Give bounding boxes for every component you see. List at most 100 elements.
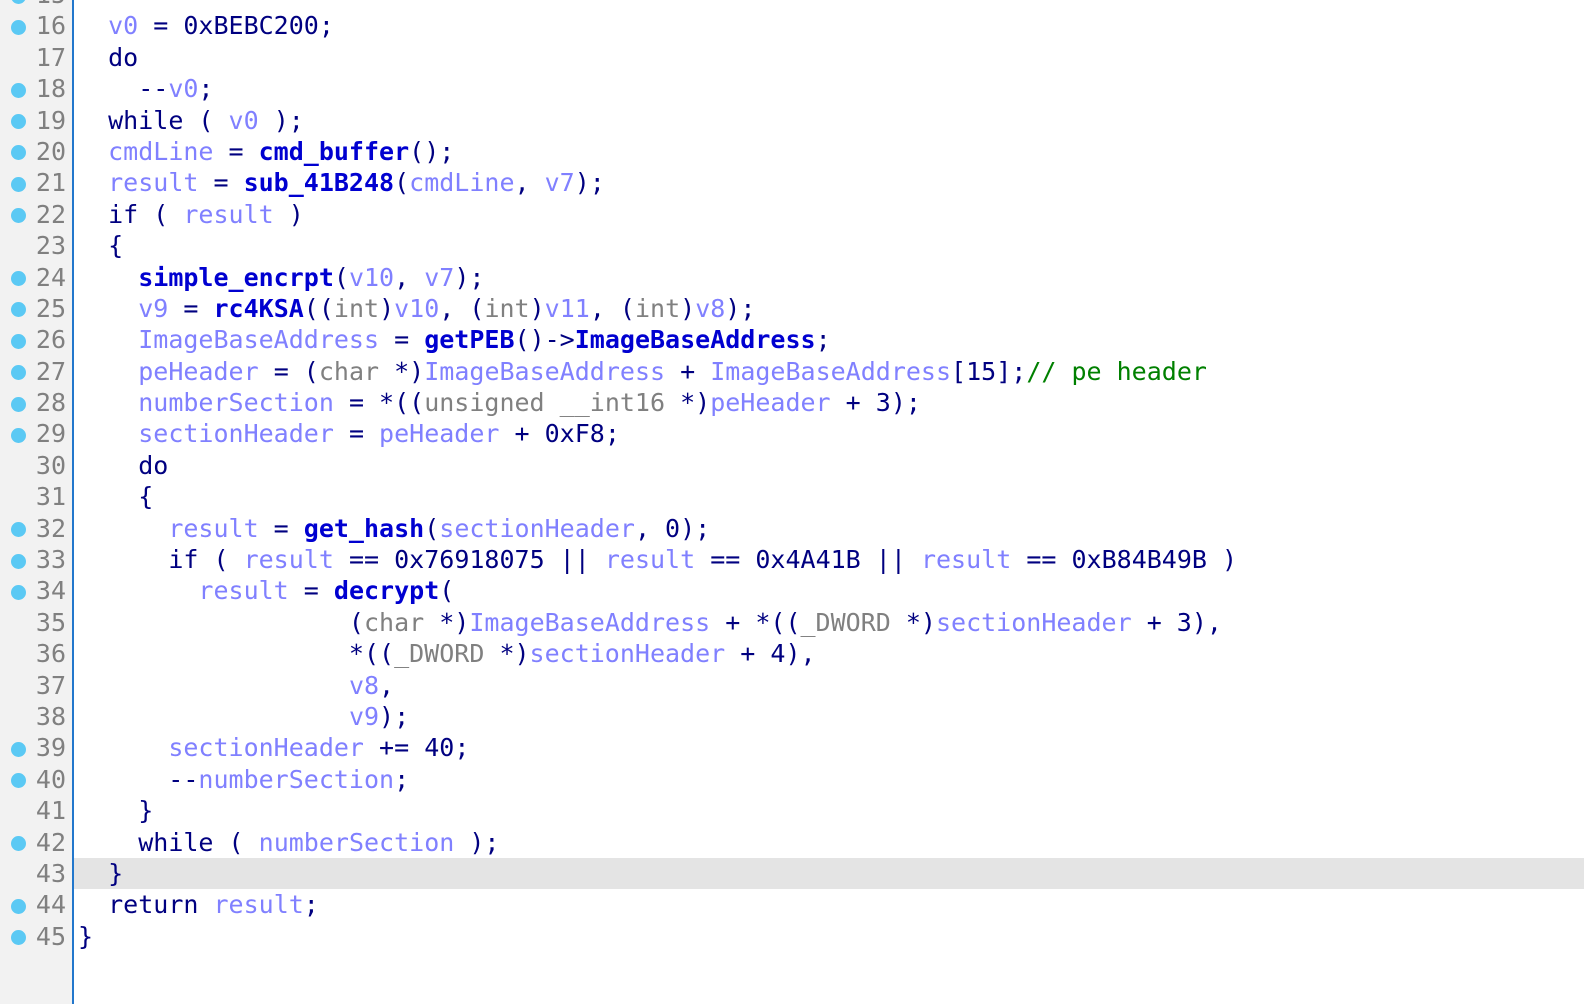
code-line[interactable]: 16 v0 = 0xBEBC200; [0,10,1584,41]
token-var: v9 [348,701,380,731]
code-line[interactable]: 35 (char *)ImageBaseAddress + *((_DWORD … [0,607,1584,638]
code-text[interactable]: (char *)ImageBaseAddress + *((_DWORD *)s… [78,607,1222,638]
token-plain: ; [303,890,319,920]
code-text[interactable]: result = sub_41B248(cmdLine, v7); [78,167,605,198]
token-plain: == [333,545,395,575]
code-text[interactable]: --v0; [78,73,213,104]
code-line[interactable]: 26 ImageBaseAddress = getPEB()->ImageBas… [0,324,1584,355]
code-text[interactable]: sectionHeader += 40; [78,732,469,763]
token-plain: ) [529,293,545,323]
code-text[interactable]: simple_encrpt(v10, v7); [78,262,484,293]
code-text[interactable]: v9); [78,701,409,732]
code-text[interactable]: } [78,921,93,952]
code-line[interactable]: 28 numberSection = *((unsigned __int16 *… [0,387,1584,418]
code-line[interactable]: 18 --v0; [0,73,1584,104]
code-line[interactable]: 40 --numberSection; [0,764,1584,795]
code-text[interactable]: cmdLine = cmd_buffer(); [78,136,454,167]
code-text[interactable]: v0 = 0xBEBC200; [78,10,334,41]
code-text[interactable]: v9 = rc4KSA((int)v10, (int)v11, (int)v8)… [78,293,755,324]
code-text[interactable]: while ( numberSection ); [78,827,499,858]
token-plain: = ( [258,356,319,386]
token-type: _DWORD [800,607,891,637]
code-text[interactable]: } [78,795,153,826]
token-plain: ); [379,701,410,731]
token-plain: = [379,325,425,355]
code-text[interactable]: sectionHeader = peHeader + 0xF8; [78,418,620,449]
code-line[interactable]: 24 simple_encrpt(v10, v7); [0,262,1584,293]
code-line[interactable]: 31 { [0,481,1584,512]
token-plain: , [394,262,425,292]
code-line[interactable]: 43 } [0,857,1584,890]
token-num: 0xB84B49B [1071,545,1207,575]
code-text[interactable]: { [78,230,123,261]
code-line[interactable]: 25 v9 = rc4KSA((int)v10, (int)v11, (int)… [0,293,1584,324]
code-line[interactable]: 23 { [0,230,1584,261]
pseudocode-view[interactable]: 1516 v0 = 0xBEBC200;17 do18 --v0;19 whil… [0,0,1584,1004]
code-text[interactable]: do [78,42,138,73]
code-text[interactable]: --numberSection; [78,764,409,795]
line-number: 40 [35,764,66,794]
code-line[interactable]: 22 if ( result ) [0,199,1584,230]
token-plain: + [665,356,711,386]
code-text[interactable]: result = decrypt( [78,575,454,606]
token-plain: *) [424,607,470,637]
code-text[interactable]: *((_DWORD *)sectionHeader + 4), [78,638,816,669]
token-type: _DWORD [394,639,485,669]
code-line[interactable]: 30 do [0,450,1584,481]
token-plain: += [363,733,425,763]
token-plain: , ( [589,293,635,323]
code-line[interactable]: 32 result = get_hash(sectionHeader, 0); [0,513,1584,544]
code-text[interactable]: peHeader = (char *)ImageBaseAddress + Im… [78,356,1207,387]
code-line[interactable]: 44 return result; [0,889,1584,920]
code-line[interactable]: 38 v9); [0,701,1584,732]
code-text[interactable]: result = get_hash(sectionHeader, 0); [78,513,710,544]
token-var: numberSection [258,827,455,857]
code-line[interactable]: 42 while ( numberSection ); [0,827,1584,858]
code-line[interactable]: 17 do [0,42,1584,73]
code-text[interactable]: while ( v0 ); [78,105,304,136]
token-plain: = [333,419,380,449]
code-line[interactable]: 39 sectionHeader += 40; [0,732,1584,763]
code-line[interactable]: 19 while ( v0 ); [0,105,1584,136]
token-plain: = [258,513,304,543]
token-plain: } [78,921,94,951]
code-line[interactable]: 33 if ( result == 0x76918075 || result =… [0,544,1584,575]
code-line[interactable]: 27 peHeader = (char *)ImageBaseAddress +… [0,356,1584,387]
token-plain: + *(( [710,607,801,637]
token-kw: do [138,450,169,480]
code-line[interactable]: 21 result = sub_41B248(cmdLine, v7); [0,167,1584,198]
code-text[interactable]: if ( result ) [78,199,304,230]
code-text[interactable]: do [78,450,168,481]
code-line[interactable]: 29 sectionHeader = peHeader + 0xF8; [0,418,1584,449]
token-plain: == [695,545,756,575]
code-line[interactable]: 34 result = decrypt( [0,575,1584,606]
code-line[interactable]: 45} [0,921,1584,952]
code-line[interactable]: 36 *((_DWORD *)sectionHeader + 4), [0,638,1584,669]
token-plain: ); [890,388,921,418]
code-line[interactable]: 15 [0,0,1584,10]
code-text[interactable]: numberSection = *((unsigned __int16 *)pe… [78,387,921,418]
token-kw: while [108,105,184,135]
code-line[interactable]: 20 cmdLine = cmd_buffer(); [0,136,1584,167]
code-text[interactable]: } [78,858,123,889]
code-line[interactable]: 41 } [0,795,1584,826]
token-kw: do [108,42,139,72]
code-text[interactable]: if ( result == 0x76918075 || result == 0… [78,544,1237,575]
token-var: v10 [394,293,440,323]
code-line-background [72,795,1584,826]
line-number: 17 [35,42,66,72]
code-text[interactable]: ImageBaseAddress = getPEB()->ImageBaseAd… [78,324,830,355]
code-text[interactable]: return result; [78,889,319,920]
token-num: 0x76918075 [394,545,545,575]
token-var: sectionHeader [138,419,334,449]
code-text[interactable]: { [78,481,153,512]
line-number: 42 [35,827,66,857]
line-number: 45 [35,921,66,951]
code-text[interactable]: v8, [78,670,394,701]
token-kw: while [138,827,214,857]
code-line[interactable]: 37 v8, [0,670,1584,701]
